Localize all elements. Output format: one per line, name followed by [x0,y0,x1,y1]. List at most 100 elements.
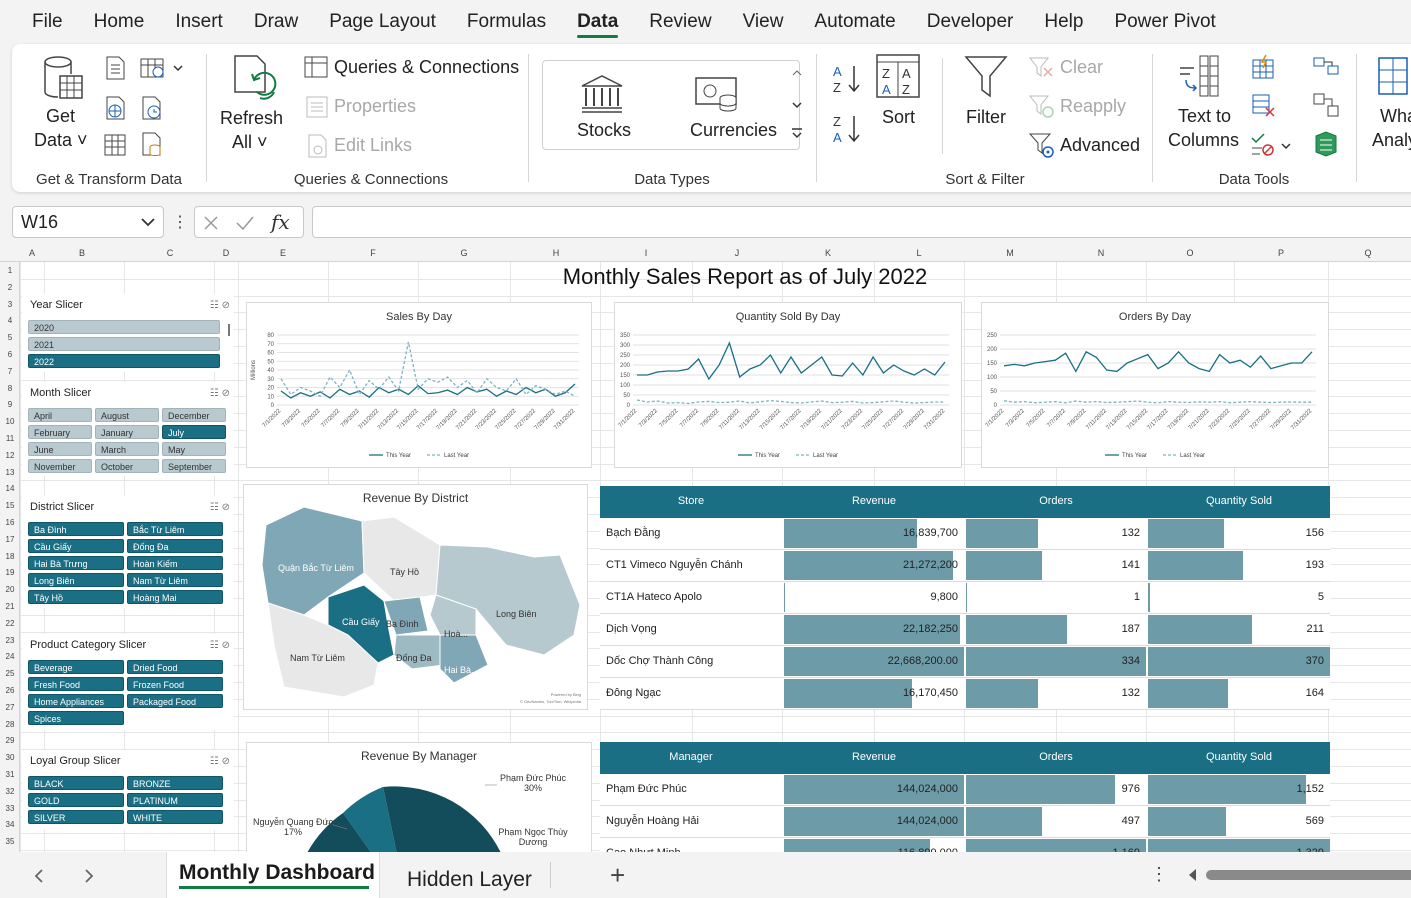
column-header[interactable]: Quantity Sold [1148,495,1330,507]
slicer-item[interactable]: Home Appliances [28,694,124,708]
slicer-item[interactable]: Beverage [28,660,124,674]
slicer-item[interactable]: November [28,459,92,473]
column-header[interactable]: M [1005,248,1015,258]
column-header[interactable]: Revenue [784,495,964,507]
sort-icon[interactable]: ZAAZ [876,54,920,103]
series-line-this-year[interactable] [280,383,576,399]
clear-button[interactable]: Clear [1060,57,1103,78]
column-header[interactable]: Orders [966,495,1146,507]
filter-button[interactable]: Filter [966,107,1006,128]
slicer-item[interactable]: Packaged Food [127,694,223,708]
table-row[interactable]: Nguyễn Hoàng Hải 144,024,000 497 569 [600,806,1330,838]
column-header[interactable]: F [368,248,378,258]
column-header[interactable]: K [823,248,833,258]
column-header[interactable]: Manager [600,751,782,763]
sort-button[interactable]: Sort [882,107,915,128]
menu-review[interactable]: Review [649,0,711,44]
formula-input[interactable] [312,206,1411,238]
menu-developer[interactable]: Developer [927,0,1014,44]
slicer-item[interactable]: 2021 [28,337,220,351]
row-header[interactable]: 17 [0,535,20,544]
chevron-right-icon[interactable] [82,868,96,884]
table-row[interactable]: Dịch Vọng 22,182,250 187 211 [600,614,1330,646]
row-header[interactable]: 15 [0,501,20,510]
row-header[interactable]: 31 [0,770,20,779]
horizontal-scrollbar[interactable] [1206,870,1411,880]
slicer-item[interactable]: September [162,459,226,473]
row-header[interactable]: 1 [0,266,20,275]
row-header[interactable]: 30 [0,753,20,762]
slicer-item[interactable]: BRONZE [127,776,223,790]
row-header[interactable]: 20 [0,585,20,594]
from-table-icon[interactable] [104,134,126,161]
slicer-item[interactable]: Hai Bà Trưng [28,556,124,570]
multi-select-icon[interactable]: ☷ ⊘ [210,502,230,513]
menu-draw[interactable]: Draw [254,0,298,44]
manage-data-model-icon[interactable] [1312,130,1340,163]
what-if-analysis-icon[interactable] [1378,56,1408,101]
column-header[interactable]: G [459,248,469,258]
slicer-item[interactable]: Nam Từ Liêm [127,573,223,587]
sort-z-a-icon[interactable]: ZA [832,112,862,151]
slicer-item[interactable]: Hoàng Mai [127,590,223,604]
series-line-last-year[interactable] [1003,400,1312,404]
queries-connections-icon[interactable] [304,56,328,83]
slicer-item[interactable]: August [95,408,159,422]
slicer-item[interactable]: October [95,459,159,473]
slicer-item[interactable]: Hoàn Kiếm [127,556,223,570]
refresh-all-icon[interactable] [232,54,278,107]
stocks-button[interactable]: Stocks [577,120,631,141]
flash-fill-icon[interactable] [1250,54,1276,85]
stocks-icon[interactable] [580,74,624,119]
advanced-button[interactable]: Advanced [1060,135,1140,156]
table-row[interactable]: Bạch Đằng 16,839,700 132 156 [600,518,1330,550]
slicer-item[interactable]: 2020 [28,320,220,334]
slicer-item[interactable]: GOLD [28,793,124,807]
row-header[interactable]: 29 [0,736,20,745]
scroll-left-icon[interactable] [1186,868,1200,882]
column-header[interactable]: Orders [966,751,1146,763]
row-header[interactable]: 14 [0,484,20,493]
row-header[interactable]: 13 [0,468,20,477]
table-row[interactable]: CT1A Hateco Apolo 9,800 1 5 [600,582,1330,614]
slicer-item[interactable]: July [162,425,226,439]
row-header[interactable]: 24 [0,652,20,661]
series-line-this-year[interactable] [637,341,946,381]
more-options-icon[interactable]: ⋮ [172,212,188,232]
row-header[interactable]: 18 [0,552,20,561]
slicer-item[interactable]: 2022 [28,354,220,368]
refresh-all-button[interactable]: Refresh [220,108,283,129]
multi-select-icon[interactable]: ☷ ⊘ [210,300,230,311]
get-data-icon[interactable] [42,54,86,107]
slicer-item[interactable]: Dried Food [127,660,223,674]
gallery-scroll-up-icon[interactable] [790,66,804,85]
slicer-item[interactable]: March [95,442,159,456]
series-line-last-year[interactable] [280,341,576,398]
row-header[interactable]: 22 [0,619,20,628]
row-header[interactable]: 16 [0,518,20,527]
relationships-icon[interactable] [1312,92,1340,123]
menu-insert[interactable]: Insert [175,0,223,44]
multi-select-icon[interactable]: ☷ ⊘ [210,640,230,651]
filter-icon[interactable] [964,54,1010,105]
column-header[interactable]: C [165,248,175,258]
slicer-item[interactable]: WHITE [127,810,223,824]
multi-select-icon[interactable]: ☷ ⊘ [210,388,230,399]
column-header[interactable]: B [77,248,87,258]
row-header[interactable]: 9 [0,400,20,409]
menu-help[interactable]: Help [1044,0,1083,44]
column-header[interactable]: H [551,248,561,258]
recent-sources-icon[interactable] [140,56,186,85]
slicer-item[interactable]: BLACK [28,776,124,790]
enter-icon[interactable] [235,215,255,231]
column-header[interactable]: O [1185,248,1195,258]
revenue-by-district-map[interactable]: Revenue By District Quận Bắc Từ Liêm Tây … [243,484,588,710]
gallery-scroll-down-icon[interactable] [790,98,804,117]
pie-slice-pham-duc-phuc[interactable] [383,786,501,852]
sort-a-z-icon[interactable]: AZ [832,62,862,101]
insert-function-icon[interactable]: fx [271,210,290,234]
data-validation-icon[interactable] [1250,130,1296,163]
currencies-button[interactable]: Currencies [690,120,777,141]
slicer-item[interactable]: January [95,425,159,439]
row-header[interactable]: 32 [0,787,20,796]
